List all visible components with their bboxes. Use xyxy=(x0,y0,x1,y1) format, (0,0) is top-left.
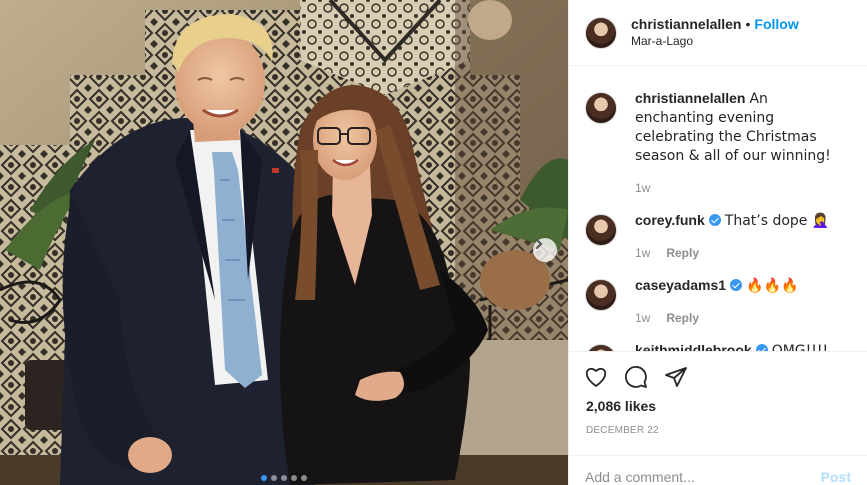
separator-dot: • xyxy=(745,15,751,32)
post-sidebar: christiannelallen • Follow Mar-a-Lago chri… xyxy=(568,0,867,485)
comment-timestamp[interactable]: 1w xyxy=(635,246,650,260)
comment-text: OMG!!!! xyxy=(771,343,829,351)
comment-meta: 1w xyxy=(635,179,851,197)
comment-item: caseyadams1 🔥🔥🔥 1w Reply xyxy=(585,276,851,327)
verified-badge-icon xyxy=(755,344,768,351)
carousel-next-button[interactable] xyxy=(533,238,557,262)
header-text: christiannelallen • Follow Mar-a-Lago xyxy=(631,16,799,50)
verified-badge-icon xyxy=(730,279,743,291)
post-comment-button[interactable]: Post xyxy=(821,469,851,485)
commenter-avatar[interactable] xyxy=(585,214,617,246)
comment-timestamp[interactable]: 1w xyxy=(635,181,650,195)
comment-meta: 1w Reply xyxy=(635,309,851,327)
carousel-indicators xyxy=(0,475,568,481)
chevron-right-icon xyxy=(536,239,543,249)
post-location[interactable]: Mar-a-Lago xyxy=(631,33,799,50)
add-comment-bar: Post xyxy=(569,455,867,485)
comment-text: That’s dope 🤦‍♀️ xyxy=(724,213,830,229)
verified-badge-icon xyxy=(708,214,721,226)
post-actions: 2,086 likes DECEMBER 22 xyxy=(569,351,867,436)
comment-item: keithmiddlebrook OMG!!!! xyxy=(585,341,851,351)
post-date: DECEMBER 22 xyxy=(586,425,659,436)
carousel-dot xyxy=(271,475,277,481)
action-icons xyxy=(583,360,853,394)
reply-button[interactable]: Reply xyxy=(666,246,699,260)
commenter-username[interactable]: christiannelallen xyxy=(635,90,745,106)
heart-icon xyxy=(585,367,607,387)
carousel-dot xyxy=(281,475,287,481)
commenter-avatar[interactable] xyxy=(585,92,617,124)
comment-body: caseyadams1 🔥🔥🔥 1w Reply xyxy=(635,276,851,327)
commenter-username[interactable]: caseyadams1 xyxy=(635,277,726,293)
comment-input[interactable] xyxy=(585,468,821,485)
commenter-username[interactable]: keithmiddlebrook xyxy=(635,342,752,351)
comments-list: christiannelallen An enchanting evening c… xyxy=(569,67,867,351)
commenter-avatar[interactable] xyxy=(585,279,617,311)
comment-timestamp[interactable]: 1w xyxy=(635,311,650,325)
commenter-avatar[interactable] xyxy=(585,344,617,351)
commenter-username[interactable]: corey.funk xyxy=(635,212,705,228)
caption: christiannelallen An enchanting evening c… xyxy=(585,89,851,197)
follow-button[interactable]: Follow xyxy=(754,16,798,32)
likes-count[interactable]: 2,086 likes xyxy=(583,398,853,414)
comment-text: 🔥🔥🔥 xyxy=(746,278,799,294)
post-header: christiannelallen • Follow Mar-a-Lago xyxy=(569,0,867,66)
like-button[interactable] xyxy=(583,364,609,390)
reply-button[interactable]: Reply xyxy=(666,311,699,325)
comment-meta: 1w Reply xyxy=(635,244,851,262)
comment-body: keithmiddlebrook OMG!!!! xyxy=(635,341,851,351)
comment-body: corey.funk That’s dope 🤦‍♀️ 1w Reply xyxy=(635,211,851,262)
comment-button[interactable] xyxy=(623,364,649,390)
carousel-dot xyxy=(291,475,297,481)
post-photo[interactable] xyxy=(0,0,568,485)
carousel-dot xyxy=(261,475,267,481)
share-icon xyxy=(665,367,687,387)
author-username[interactable]: christiannelallen xyxy=(631,16,741,32)
carousel-dot xyxy=(301,475,307,481)
comment-icon xyxy=(625,366,647,388)
share-button[interactable] xyxy=(663,364,689,390)
instagram-post: christiannelallen • Follow Mar-a-Lago chri… xyxy=(0,0,867,485)
photo-illustration xyxy=(0,0,568,485)
author-avatar[interactable] xyxy=(585,16,617,49)
comment-body: christiannelallen An enchanting evening c… xyxy=(635,89,851,197)
comment-item: corey.funk That’s dope 🤦‍♀️ 1w Reply xyxy=(585,211,851,262)
